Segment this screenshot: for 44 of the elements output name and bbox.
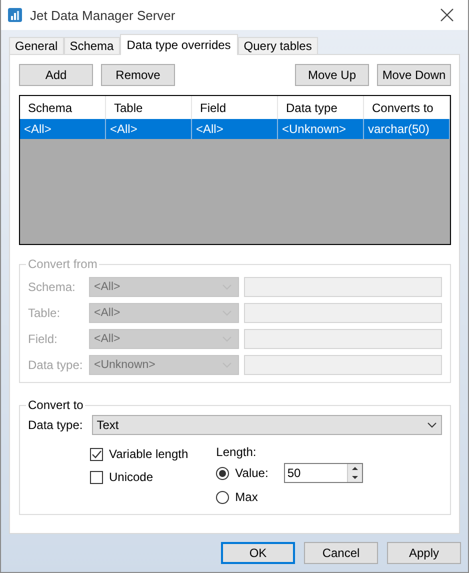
checkbox-label: Unicode (109, 470, 154, 484)
group-title: Convert to (27, 398, 84, 412)
tab[interactable]: Schema (64, 37, 120, 54)
checkbox[interactable] (90, 448, 103, 460)
column-header[interactable]: Data type (278, 96, 364, 119)
toolbar-button[interactable]: Add (19, 64, 93, 86)
field-label: Length: (216, 445, 258, 459)
toolbar-button[interactable]: Move Down (377, 64, 451, 86)
tab[interactable]: Query tables (238, 37, 318, 54)
radio-label: Max (235, 490, 258, 504)
tab[interactable]: Data type overrides (120, 34, 238, 55)
toolbar-button[interactable]: Move Up (295, 64, 369, 86)
radio-label: Value: (235, 466, 268, 480)
group-title: Convert from (27, 257, 98, 271)
field-label: Data type: (28, 358, 84, 372)
dialog-button[interactable]: OK (221, 542, 295, 564)
column-header[interactable]: Converts to (364, 96, 450, 119)
window-title: Jet Data Manager Server (30, 8, 176, 22)
spin-buttons-icon[interactable] (347, 464, 362, 482)
radio-button[interactable] (216, 490, 230, 504)
radio-button[interactable] (216, 466, 230, 480)
column-header[interactable]: Table (106, 96, 192, 119)
dropdown[interactable]: Text (92, 415, 442, 435)
grid-cell: varchar(50) (364, 119, 450, 139)
grid-cell: <All> (192, 119, 278, 139)
chevron-down-icon[interactable] (428, 422, 436, 428)
grid-cell: <All> (20, 119, 106, 139)
column-header[interactable]: Field (192, 96, 278, 119)
column-header[interactable]: Schema (20, 96, 106, 119)
field-label: Data type: (28, 418, 83, 432)
app-icon (7, 7, 23, 23)
grid-cell: <Unknown> (278, 119, 364, 139)
checkbox[interactable] (90, 470, 103, 484)
field-label: Schema: (28, 280, 76, 294)
dialog-button[interactable]: Apply (387, 542, 461, 564)
dialog-button[interactable]: Cancel (304, 542, 378, 564)
grid-row[interactable]: <All> <All> <All> <Unknown> varchar(50) (20, 119, 450, 139)
field-label: Field: (28, 332, 58, 346)
field-label: Table: (28, 306, 62, 320)
toolbar-button[interactable]: Remove (101, 64, 175, 86)
grid-cell: <All> (106, 119, 192, 139)
tab[interactable]: General (9, 37, 64, 54)
close-icon[interactable] (440, 8, 454, 22)
checkbox-label: Variable length (109, 447, 188, 461)
